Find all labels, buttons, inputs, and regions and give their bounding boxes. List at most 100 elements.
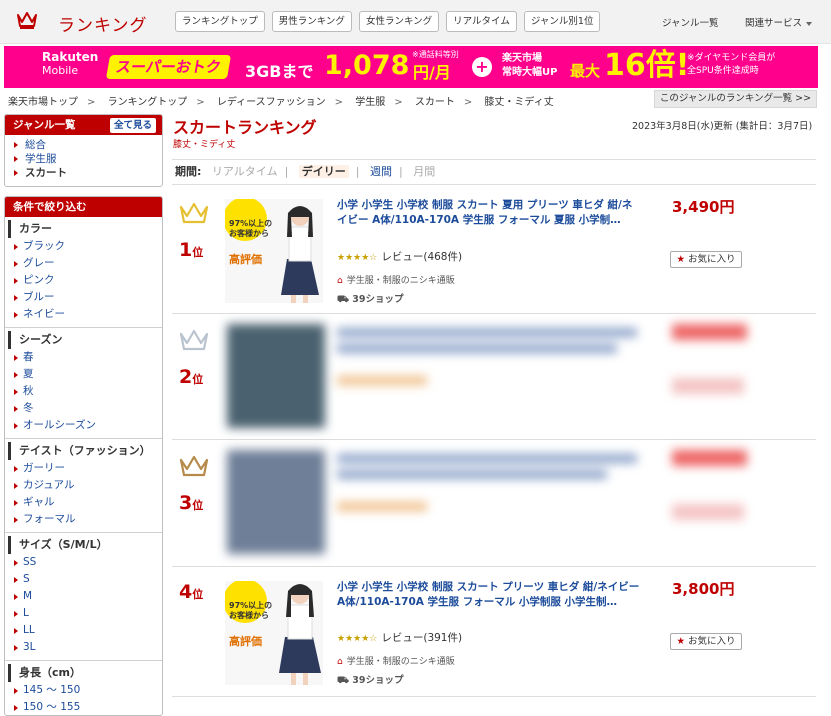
rank-number: 2位	[179, 366, 204, 388]
shipping-badge: ⛟ 39ショップ	[337, 675, 404, 686]
filter-option[interactable]: ブラック	[5, 238, 162, 255]
filter-section: サイズ（S/M/L） SS S M L LL 3L	[5, 532, 162, 660]
period-daily[interactable]: デイリー	[298, 165, 349, 178]
crown-logo-icon[interactable]	[16, 10, 38, 30]
filter-option[interactable]: 3L	[5, 639, 162, 656]
banner-ichiba: 楽天市場 常時大幅UP	[502, 53, 558, 78]
filter-option[interactable]: ピンク	[5, 272, 162, 289]
filter-section-title: シーズン	[8, 331, 162, 349]
breadcrumb: 楽天市場トップ > ランキングトップ > レディースファッション > 学生服 > スカー…	[8, 93, 554, 108]
filter-option[interactable]: LL	[5, 622, 162, 639]
tab-genre-first[interactable]: ジャンル別1位	[523, 11, 601, 32]
ranking-item-1: 1位 97%以上の お客様から 高評価 小学 小学生 小学校 制服 スカート 夏用…	[172, 187, 816, 314]
filter-option[interactable]: カジュアル	[5, 477, 162, 494]
period-sep: |	[284, 165, 289, 178]
blurred-price	[672, 324, 747, 340]
ranking-logo-text[interactable]: ランキング	[58, 11, 148, 36]
filter-option[interactable]: 冬	[5, 400, 162, 417]
filter-option[interactable]: S	[5, 571, 162, 588]
star-icon: ★	[676, 254, 685, 265]
promo-banner[interactable]: Rakuten Mobile スーパーおトク 3GBまで ※通話料等別 1,078…	[4, 46, 818, 88]
product-name-link[interactable]: 小学 小学生 小学校 制服 スカート プリーツ 車ヒダ 紺/ネイビー A体/11…	[337, 580, 642, 609]
period-label: 期間:	[175, 165, 202, 178]
genre-item-skirt[interactable]: スカート	[5, 166, 162, 180]
bronze-crown-icon	[179, 455, 209, 477]
breadcrumb-current[interactable]: 膝丈・ミディ丈	[484, 97, 553, 108]
update-date: 2023年3月8日(水)更新 (集計日：3月7日)	[632, 121, 813, 132]
favorite-button[interactable]: ★ お気に入り	[670, 251, 742, 268]
genre-box-header: ジャンル一覧 全て見る	[5, 115, 162, 135]
see-all-button[interactable]: 全て見る	[109, 118, 156, 133]
product-name-link[interactable]: 小学 小学生 小学校 制服 スカート 夏用 プリーツ 車ヒダ 紺/ネイビー A体…	[337, 198, 642, 227]
filter-option[interactable]: ガーリー	[5, 460, 162, 477]
breadcrumb-item[interactable]: ランキングトップ	[108, 97, 188, 108]
blurred-text	[337, 344, 617, 353]
filter-option[interactable]: M	[5, 588, 162, 605]
genre-box: ジャンル一覧 全て見る 総合 学生服 スカート	[4, 114, 163, 187]
filter-section-title: 身長（cm）	[8, 664, 162, 682]
filter-section: シーズン春夏秋冬オールシーズン	[5, 327, 162, 438]
tab-realtime[interactable]: リアルタイム	[446, 11, 517, 32]
filter-section-title: カラー	[8, 220, 162, 238]
blurred-price	[672, 450, 747, 466]
blurred-text	[337, 502, 427, 511]
thumb-badge-highlight: 高評価	[229, 635, 262, 648]
tab-men-ranking[interactable]: 男性ランキング	[271, 11, 352, 32]
review-count-link[interactable]: レビュー(391件)	[381, 632, 462, 644]
tab-women-ranking[interactable]: 女性ランキング	[358, 11, 440, 32]
filter-section: テイスト（ファッション） ガーリー カジュアル ギャル フォーマル	[5, 438, 162, 532]
favorite-label: お気に入り	[688, 636, 736, 647]
period-realtime[interactable]: リアルタイム	[212, 165, 278, 178]
filter-option[interactable]: フォーマル	[5, 511, 162, 528]
favorite-label: お気に入り	[688, 254, 736, 265]
filter-option[interactable]: 秋	[5, 383, 162, 400]
period-sep: |	[355, 165, 360, 178]
filter-option[interactable]: SS	[5, 554, 162, 571]
review-count-link[interactable]: レビュー(468件)	[381, 251, 462, 263]
blurred-thumbnail	[227, 324, 325, 428]
breadcrumb-sep: >	[87, 97, 96, 108]
shop-link[interactable]: ⌂ 学生服・制服のニシキ通販	[337, 654, 455, 667]
breadcrumb-item[interactable]: 楽天市場トップ	[8, 97, 78, 108]
plus-icon: +	[472, 57, 492, 77]
filter-option[interactable]: ブルー	[5, 289, 162, 306]
filter-option[interactable]: グレー	[5, 255, 162, 272]
banner-3gb: 3GBまで	[245, 62, 314, 81]
breadcrumb-sep: >	[334, 97, 344, 108]
genre-list-link[interactable]: ジャンル一覧	[662, 15, 719, 29]
filter-option[interactable]: 150 ～ 155	[5, 699, 162, 715]
genre-item-overall[interactable]: 総合	[5, 138, 162, 152]
thumb-badge-text: 97%以上の お客様から	[229, 219, 273, 238]
filter-box-header: 条件で絞り込む	[5, 197, 162, 217]
star-icon: ★	[676, 636, 685, 647]
period-weekly[interactable]: 週間	[370, 165, 392, 178]
ranking-item-3: 3位	[172, 440, 816, 567]
filter-option[interactable]: ネイビー	[5, 306, 162, 323]
product-thumbnail[interactable]: 97%以上の お客様から 高評価	[225, 199, 323, 303]
favorite-button[interactable]: ★ お気に入り	[670, 633, 742, 650]
gold-crown-icon	[179, 202, 209, 224]
filter-option[interactable]: 夏	[5, 366, 162, 383]
breadcrumb-item[interactable]: 学生服	[355, 97, 385, 108]
star-rating-icon: ★★★★☆	[337, 634, 378, 644]
product-thumbnail[interactable]: 97%以上の お客様から 高評価	[225, 581, 323, 685]
genre-ranking-list-button[interactable]: このジャンルのランキング一覧 >>	[654, 90, 817, 108]
related-services-menu[interactable]: 関連サービス	[745, 15, 813, 29]
product-price: 3,800円	[672, 580, 735, 598]
filter-option[interactable]: L	[5, 605, 162, 622]
genre-item-school-uniform[interactable]: 学生服	[5, 152, 162, 166]
filter-section-title: サイズ（S/M/L）	[8, 536, 162, 554]
breadcrumb-item[interactable]: レディースファッション	[217, 97, 326, 108]
tab-ranking-top[interactable]: ランキングトップ	[175, 11, 265, 32]
product-price: 3,490円	[672, 198, 735, 216]
rakuten-mobile-logo: Rakuten Mobile	[42, 50, 99, 77]
filter-option[interactable]: 春	[5, 349, 162, 366]
filter-option[interactable]: オールシーズン	[5, 417, 162, 434]
banner-unit: 円/月	[413, 63, 451, 82]
top-header: ランキング ランキングトップ 男性ランキング 女性ランキング リアルタイム ジャ…	[0, 0, 831, 44]
breadcrumb-item[interactable]: スカート	[415, 97, 455, 108]
filter-option[interactable]: ギャル	[5, 494, 162, 511]
breadcrumb-sep: >	[196, 97, 205, 108]
filter-option[interactable]: 145 ～ 150	[5, 682, 162, 699]
shop-link[interactable]: ⌂ 学生服・制服のニシキ通販	[337, 273, 455, 286]
